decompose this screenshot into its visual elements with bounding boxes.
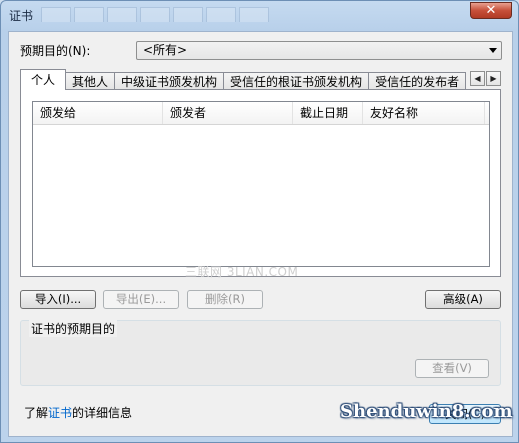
- certificate-list[interactable]: 颁发给 颁发者 截止日期 友好名称: [32, 101, 490, 267]
- scroll-right-icon[interactable]: ▶: [486, 71, 501, 86]
- learn-more-prefix: 了解: [24, 406, 49, 420]
- window-title: 证书: [9, 9, 34, 23]
- tab-scroll-buttons: ◀ ▶: [470, 71, 501, 86]
- tab-personal[interactable]: 个人: [20, 69, 67, 90]
- import-button[interactable]: 导入(I)...: [20, 290, 96, 309]
- dialog-client-area: 预期目的(N): <所有> 个人 其他人 中级证书颁发机构 受信任的根证书颁发机…: [8, 31, 513, 437]
- tab-panel-personal: 颁发给 颁发者 截止日期 友好名称: [20, 89, 501, 277]
- purpose-label: 预期目的(N):: [20, 44, 91, 58]
- tab-other-people[interactable]: 其他人: [65, 72, 116, 90]
- tab-strip: 个人 其他人 中级证书颁发机构 受信任的根证书颁发机构 受信任的发布者: [20, 69, 467, 90]
- certificates-link[interactable]: 证书: [48, 406, 72, 420]
- tab-trusted-root-ca[interactable]: 受信任的根证书颁发机构: [223, 72, 370, 90]
- tab-intermediate-ca[interactable]: 中级证书颁发机构: [114, 72, 225, 90]
- advanced-button[interactable]: 高级(A): [425, 290, 501, 309]
- group-title: 证书的预期目的: [29, 320, 118, 337]
- view-button[interactable]: 查看(V): [415, 359, 489, 378]
- background-window-tabs: [41, 7, 269, 25]
- purpose-selected-value: <所有>: [143, 43, 188, 57]
- close-icon: ✕: [485, 3, 497, 18]
- window-close-button[interactable]: ✕: [470, 2, 512, 19]
- chevron-down-icon: [489, 48, 497, 53]
- column-header-issued-to[interactable]: 颁发给: [33, 102, 163, 124]
- watermark-center: 三联网 3LIAN.COM: [185, 265, 299, 279]
- scroll-left-icon[interactable]: ◀: [470, 71, 485, 86]
- certificates-dialog: 证书 ✕ 预期目的(N): <所有> 个人 其他人 中级证书颁发机构 受信任的根…: [0, 0, 519, 443]
- remove-button[interactable]: 删除(R): [187, 290, 263, 309]
- list-header: 颁发给 颁发者 截止日期 友好名称: [33, 102, 489, 125]
- title-bar[interactable]: 证书 ✕: [1, 1, 518, 31]
- column-header-expiration-date[interactable]: 截止日期: [293, 102, 363, 124]
- column-header-friendly-name[interactable]: 友好名称: [363, 102, 485, 124]
- tab-trusted-publishers[interactable]: 受信任的发布者: [368, 72, 467, 90]
- learn-more-suffix: 的详细信息: [72, 406, 133, 420]
- watermark-site-logo: Shenduwin8.com: [340, 401, 513, 422]
- learn-more-text: 了解证书的详细信息: [24, 404, 132, 421]
- export-button[interactable]: 导出(E)...: [103, 290, 179, 309]
- purpose-dropdown[interactable]: <所有>: [136, 41, 502, 60]
- column-header-issued-by[interactable]: 颁发者: [163, 102, 293, 124]
